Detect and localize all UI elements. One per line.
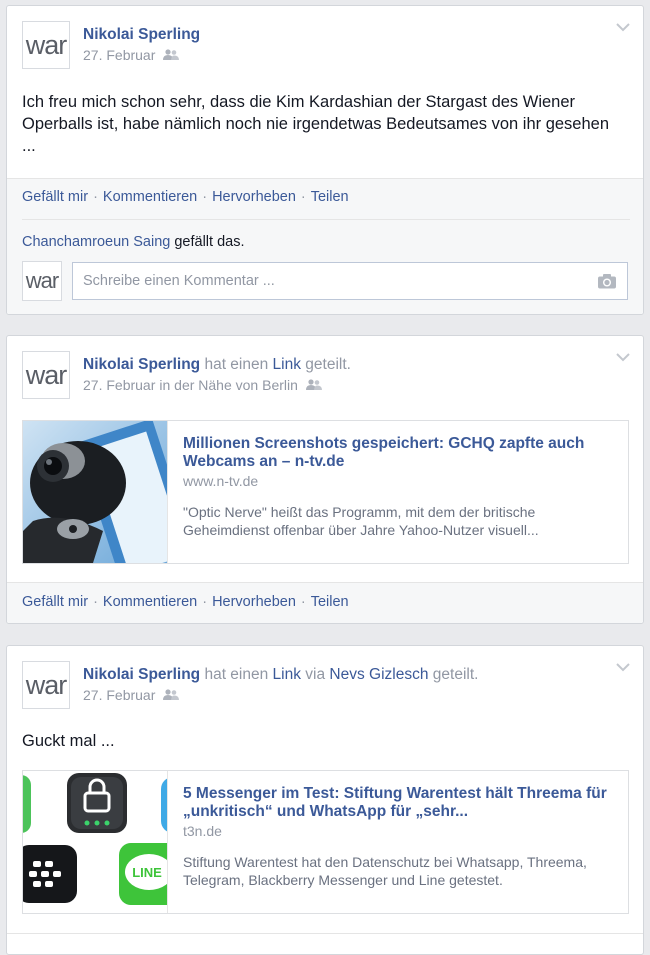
friends-icon[interactable]	[163, 689, 180, 701]
post-meta: 27. Februar	[83, 687, 180, 703]
divider	[22, 219, 630, 220]
highlight-link[interactable]: Hervorheben	[212, 594, 296, 610]
divider	[7, 933, 643, 934]
share-link[interactable]: Teilen	[311, 594, 349, 610]
post-actions: Gefällt mir · Kommentieren · Hervorheben · Tei…	[22, 189, 349, 205]
camera-icon[interactable]	[597, 273, 617, 289]
avatar[interactable]: war	[22, 351, 70, 399]
link-thumbnail-webcam[interactable]	[23, 421, 168, 563]
friends-icon[interactable]	[163, 49, 180, 61]
avatar[interactable]: war	[22, 661, 70, 709]
link-domain: t3n.de	[183, 823, 222, 839]
post-card: war Nikolai Sperling 27. Februar Ich fre…	[6, 5, 644, 315]
post-header: Nikolai Sperling hat einen Link via Nevs…	[83, 666, 478, 684]
post-meta: 27. Februar in der Nähe von Berlin	[83, 377, 322, 393]
liker-name[interactable]: Chanchamroeun Saing	[22, 234, 170, 250]
link-body: Millionen Screenshots gespeichert: GCHQ …	[183, 435, 613, 539]
post-date[interactable]: 27. Februar	[83, 47, 155, 63]
friends-icon[interactable]	[305, 379, 322, 391]
post-header: Nikolai Sperling hat einen Link geteilt.	[83, 356, 351, 374]
highlight-link[interactable]: Hervorheben	[212, 189, 296, 205]
post-location[interactable]: in der Nähe von Berlin	[159, 377, 298, 393]
header-text: hat einen	[200, 666, 273, 683]
link-preview[interactable]: Millionen Screenshots gespeichert: GCHQ …	[22, 420, 629, 564]
post-date[interactable]: 27. Februar	[83, 377, 155, 393]
divider	[7, 178, 643, 179]
post-meta: 27. Februar	[83, 47, 180, 63]
link-description: Stiftung Warentest hat den Datenschutz b…	[183, 854, 587, 888]
separator: ·	[93, 189, 98, 205]
post-text: Guckt mal ...	[22, 732, 115, 750]
comment-link[interactable]: Kommentieren	[103, 189, 197, 205]
post-header: Nikolai Sperling	[83, 26, 200, 44]
chevron-down-icon[interactable]	[615, 660, 631, 672]
separator: ·	[93, 594, 98, 610]
news-feed: war Nikolai Sperling 27. Februar Ich fre…	[0, 0, 650, 955]
via-name[interactable]: Nevs Gizlesch	[329, 666, 428, 683]
post-text: Ich freu mich schon sehr, dass die Kim K…	[22, 93, 610, 155]
link-word[interactable]: Link	[273, 666, 301, 683]
share-link[interactable]: Teilen	[311, 189, 349, 205]
link-title[interactable]: Millionen Screenshots gespeichert: GCHQ …	[183, 435, 613, 471]
author-name[interactable]: Nikolai Sperling	[83, 356, 200, 373]
like-link[interactable]: Gefällt mir	[22, 189, 88, 205]
link-domain: www.n-tv.de	[183, 473, 259, 489]
header-text: hat einen	[200, 356, 273, 373]
post-actions: Gefällt mir · Kommentieren · Hervorheben · Tei…	[22, 594, 349, 610]
link-description: "Optic Nerve" heißt das Programm, mit de…	[183, 504, 539, 538]
divider	[7, 582, 643, 583]
chevron-down-icon[interactable]	[615, 20, 631, 32]
separator: ·	[300, 594, 306, 610]
header-text: via	[300, 666, 330, 683]
post-card: war Nikolai Sperling hat einen Link gete…	[6, 335, 644, 624]
author-name[interactable]: Nikolai Sperling	[83, 666, 200, 683]
link-title[interactable]: 5 Messenger im Test: Stiftung Warentest …	[183, 785, 613, 821]
separator: ·	[300, 189, 306, 205]
link-body: 5 Messenger im Test: Stiftung Warentest …	[183, 785, 613, 889]
likes-suffix: gefällt das.	[170, 234, 245, 250]
comment-input[interactable]	[72, 262, 628, 300]
line-logo-text: LINE	[132, 865, 162, 880]
like-link[interactable]: Gefällt mir	[22, 594, 88, 610]
chevron-down-icon[interactable]	[615, 350, 631, 362]
comment-avatar: war	[22, 261, 62, 301]
link-preview[interactable]: LINE 5 Messenger im Test: Stiftung Waren…	[22, 770, 629, 914]
likes-summary: Chanchamroeun Saing gefällt das.	[22, 234, 245, 250]
header-text: geteilt.	[300, 356, 351, 373]
comment-link[interactable]: Kommentieren	[103, 594, 197, 610]
avatar[interactable]: war	[22, 21, 70, 69]
header-text: geteilt.	[428, 666, 479, 683]
separator: ·	[202, 189, 208, 205]
author-name[interactable]: Nikolai Sperling	[83, 26, 200, 43]
post-card: war Nikolai Sperling hat einen Link via …	[6, 645, 644, 955]
link-thumbnail-messenger-apps[interactable]: LINE	[23, 771, 168, 913]
post-date[interactable]: 27. Februar	[83, 687, 155, 703]
separator: ·	[202, 594, 208, 610]
link-word[interactable]: Link	[273, 356, 301, 373]
